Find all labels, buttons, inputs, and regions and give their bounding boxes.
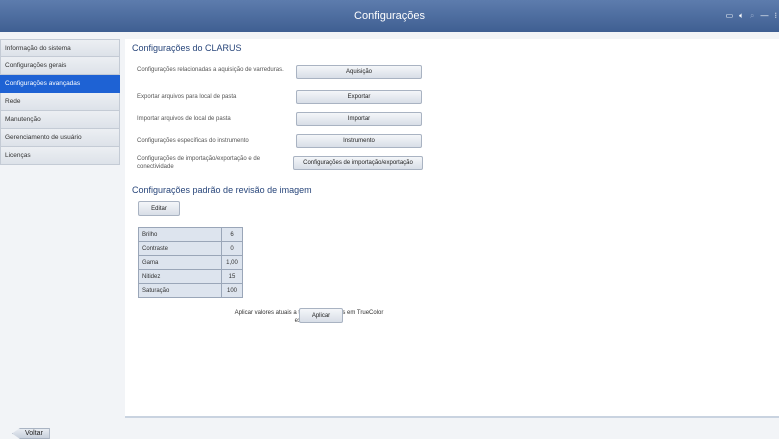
exportar-button[interactable]: Exportar (296, 90, 422, 104)
main-panel: Configurações do CLARUS Configurações re… (125, 39, 779, 418)
param-value: 6 (221, 227, 243, 242)
row-label-importar: Importar arquivos de local de pasta (137, 116, 231, 122)
importar-button[interactable]: Importar (296, 112, 422, 126)
image-defaults-table: Brilho 6 Contraste 0 Gama 1,00 Nitidez 15 Sa… (138, 227, 243, 298)
window-controls: ▭ 🔈︎ ⌕ — ⁝ (726, 0, 777, 32)
table-row: Saturação 100 (138, 283, 243, 298)
sidebar-item-configuracoes-gerais[interactable]: Configurações gerais (0, 57, 120, 75)
sidebar-item-informacao-do-sistema[interactable]: Informação do sistema (0, 39, 120, 57)
settings-icon[interactable]: ⁝ (774, 12, 777, 20)
sidebar-item-licencas[interactable]: Licenças (0, 147, 120, 165)
table-row: Brilho 6 (138, 227, 243, 242)
param-value: 1,00 (221, 255, 243, 270)
section-title-clarus: Configurações do CLARUS (132, 43, 242, 53)
param-name: Brilho (138, 227, 222, 242)
aquisicao-button[interactable]: Aquisição (296, 65, 422, 79)
table-row: Contraste 0 (138, 241, 243, 256)
param-name: Contraste (138, 241, 222, 256)
param-value: 0 (221, 241, 243, 256)
title-bar: Configurações ▭ 🔈︎ ⌕ — ⁝ (0, 0, 779, 32)
sidebar-item-rede[interactable]: Rede (0, 93, 120, 111)
minimize-icon[interactable]: — (760, 12, 768, 20)
sidebar-item-manutencao[interactable]: Manutenção (0, 111, 120, 129)
sidebar-item-configuracoes-avancadas[interactable]: Configurações avançadas (0, 75, 120, 93)
param-name: Nitidez (138, 269, 222, 284)
back-button[interactable]: Voltar (12, 428, 50, 439)
search-icon[interactable]: ⌕ (750, 12, 754, 20)
table-row: Gama 1,00 (138, 255, 243, 270)
section-title-revisao-imagem: Configurações padrão de revisão de image… (132, 185, 312, 195)
table-row: Nitidez 15 (138, 269, 243, 284)
window-title: Configurações (354, 10, 425, 22)
row-label-conectividade: Configurações de importação/exportação e… (137, 156, 261, 170)
param-name: Gama (138, 255, 222, 270)
sidebar: Informação do sistema Configurações gera… (0, 39, 120, 165)
param-name: Saturação (138, 283, 222, 298)
row-label-aquisicao: Configurações relacionadas a aquisição d… (137, 67, 284, 73)
keyboard-icon[interactable]: ▭ (726, 12, 734, 20)
param-value: 15 (221, 269, 243, 284)
speaker-icon[interactable]: 🔈︎ (739, 12, 744, 20)
param-value: 100 (221, 283, 243, 298)
editar-button[interactable]: Editar (138, 201, 180, 216)
instrumento-button[interactable]: Instrumento (296, 134, 422, 148)
row-label-exportar: Exportar arquivos para local de pasta (137, 94, 237, 100)
row-label-instrumento: Configurações específicas do instrumento (137, 138, 249, 144)
aplicar-button[interactable]: Aplicar (299, 308, 343, 323)
importacao-exportacao-button[interactable]: Configurações de importação/exportação (293, 156, 423, 170)
sidebar-item-gerenciamento-de-usuario[interactable]: Gerenciamento de usuário (0, 129, 120, 147)
